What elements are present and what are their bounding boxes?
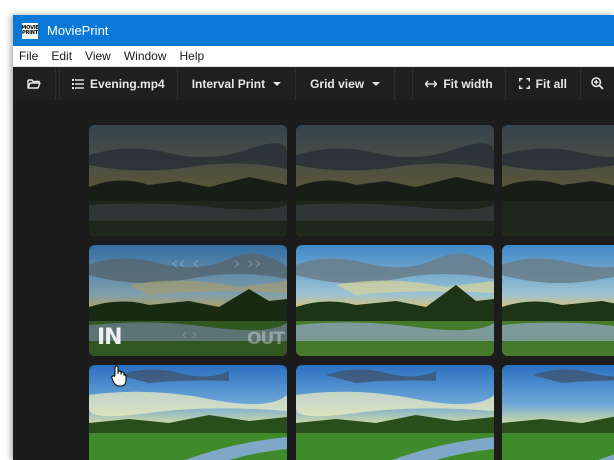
fit-width-button[interactable]: Fit width	[413, 67, 506, 100]
hand-pointer-icon	[111, 365, 127, 387]
thumbnail[interactable]	[502, 245, 614, 356]
menu-view[interactable]: View	[79, 49, 117, 63]
thumbnail[interactable]	[502, 365, 614, 460]
set-in-point-button[interactable]: IN	[97, 325, 123, 350]
thumbnail[interactable]	[502, 125, 614, 236]
set-out-point-button[interactable]: OUT	[247, 329, 285, 349]
zoom-in-button[interactable]	[581, 67, 614, 100]
fit-all-button[interactable]: Fit all	[506, 67, 581, 100]
window-title: MoviePrint	[47, 23, 109, 38]
thumbnail-hovered[interactable]: ‹‹ ‹ › ›› ‹ › IN OUT	[89, 245, 287, 356]
chevron-down-icon	[372, 81, 381, 86]
app-window: MOVIE PRINT MoviePrint File Edit View Wi…	[13, 15, 614, 460]
zoom-in-icon	[591, 77, 604, 90]
horizontal-arrows-icon	[425, 80, 438, 88]
view-mode-label: Grid view	[310, 76, 365, 91]
frame-forward-icon: › ››	[233, 253, 262, 274]
menu-edit[interactable]: Edit	[45, 49, 78, 63]
frame-backward-icon: ‹‹ ‹	[171, 253, 200, 274]
menu-file[interactable]: File	[13, 49, 44, 63]
title-bar[interactable]: MOVIE PRINT MoviePrint	[13, 15, 614, 46]
print-mode-label: Interval Print	[191, 76, 266, 91]
fit-all-label: Fit all	[535, 76, 567, 91]
print-mode-dropdown[interactable]: Interval Print	[178, 67, 297, 100]
menu-window[interactable]: Window	[118, 49, 173, 63]
open-file-button[interactable]	[13, 67, 56, 100]
thumbnail[interactable]	[296, 365, 494, 460]
thumbnail[interactable]	[296, 125, 494, 236]
thumbnail[interactable]	[89, 125, 287, 236]
thumbnail-grid: ‹‹ ‹ › ›› ‹ › IN OUT	[13, 100, 614, 460]
expand-corners-icon	[518, 78, 530, 89]
folder-open-icon	[27, 78, 41, 90]
menu-help[interactable]: Help	[174, 49, 211, 63]
thumbnail[interactable]	[296, 245, 494, 356]
menu-bar: File Edit View Window Help	[13, 46, 614, 67]
list-icon	[72, 78, 85, 89]
toolbar: Evening.mp4 Interval Print Grid view Fit…	[13, 67, 614, 100]
file-name-label: Evening.mp4	[90, 76, 165, 91]
file-select-button[interactable]: Evening.mp4	[60, 67, 178, 100]
toolbar-gap	[395, 67, 414, 100]
scrub-icon: ‹ ›	[181, 327, 198, 343]
view-mode-dropdown[interactable]: Grid view	[296, 67, 396, 100]
fit-width-label: Fit width	[443, 76, 493, 91]
chevron-down-icon	[273, 81, 282, 86]
app-logo-icon: MOVIE PRINT	[21, 21, 39, 40]
